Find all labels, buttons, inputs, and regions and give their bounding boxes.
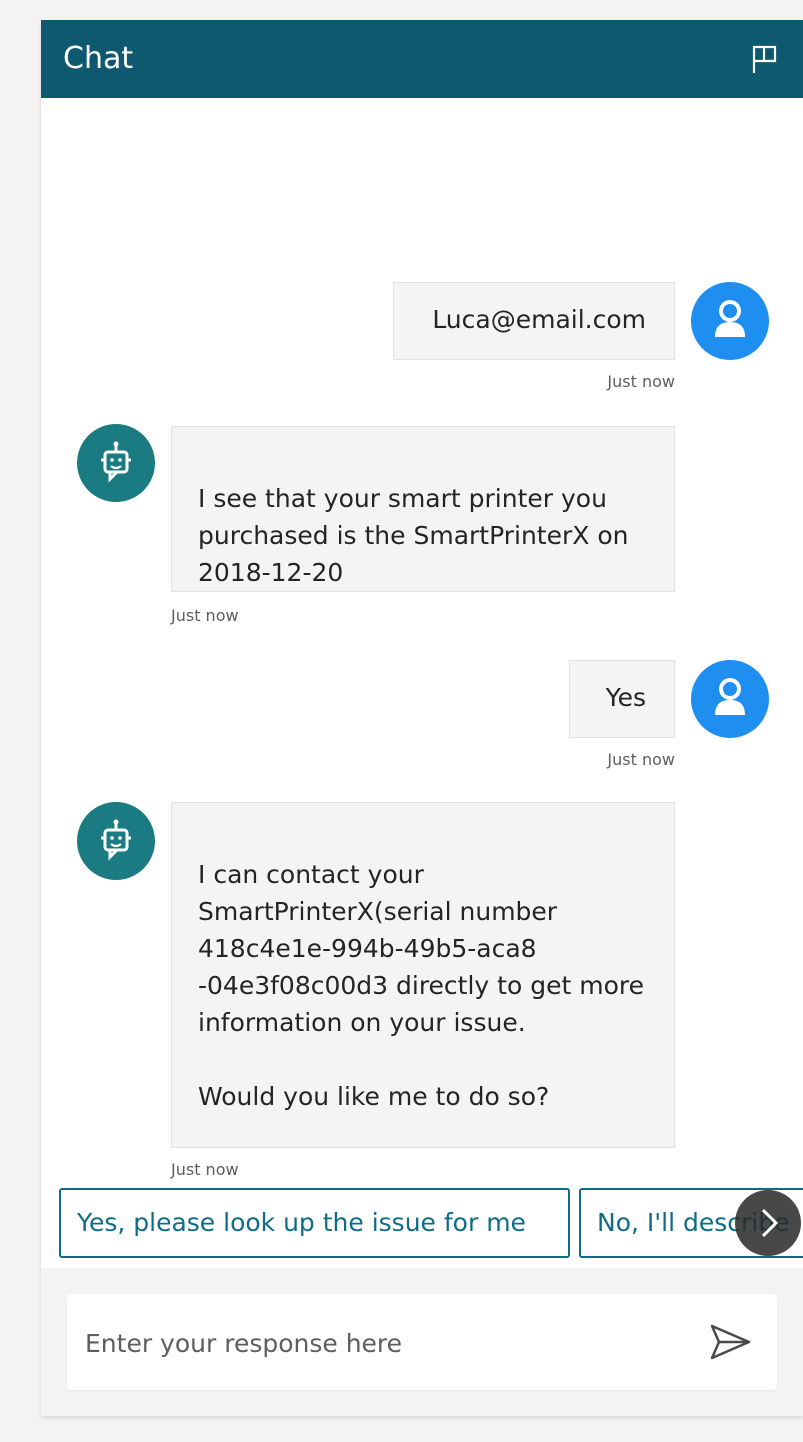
suggested-actions: Yes, please look up the issue for me No,… xyxy=(41,1188,803,1268)
chat-title: Chat xyxy=(63,41,134,76)
user-avatar xyxy=(691,660,769,738)
response-input[interactable] xyxy=(83,1318,687,1368)
scroll-next-button[interactable] xyxy=(735,1190,801,1256)
bot-icon xyxy=(101,441,131,483)
message-timestamp: Just now xyxy=(171,606,239,625)
user-message: Yes xyxy=(569,660,675,738)
flag-icon[interactable] xyxy=(751,44,779,74)
bot-message: I see that your smart printer you purcha… xyxy=(171,426,675,592)
user-message: Luca@email.com xyxy=(393,282,675,360)
bot-message: I can contact your SmartPrinterX(serial … xyxy=(171,802,675,1148)
suggestion-yes-button[interactable]: Yes, please look up the issue for me xyxy=(59,1188,570,1258)
input-box xyxy=(67,1294,777,1390)
chat-header: Chat xyxy=(41,20,803,98)
chat-window: Chat Luca@email.com Just now I see that … xyxy=(41,20,803,1416)
message-timestamp: Just now xyxy=(607,750,675,769)
message-text: I can contact your SmartPrinterX(serial … xyxy=(198,860,644,1111)
bot-icon xyxy=(101,819,131,861)
chevron-right-icon xyxy=(761,1208,779,1238)
input-area xyxy=(41,1268,803,1416)
user-icon xyxy=(715,300,745,337)
user-avatar xyxy=(691,282,769,360)
send-icon[interactable] xyxy=(709,1322,753,1362)
user-icon xyxy=(715,678,745,715)
message-list[interactable]: Luca@email.com Just now I see that your … xyxy=(41,98,803,1188)
bot-avatar xyxy=(77,802,155,880)
message-text: Yes xyxy=(605,683,646,712)
bot-avatar xyxy=(77,424,155,502)
message-timestamp: Just now xyxy=(607,372,675,391)
message-text: Luca@email.com xyxy=(432,305,646,334)
message-timestamp: Just now xyxy=(171,1160,239,1179)
message-text: I see that your smart printer you purcha… xyxy=(198,484,629,587)
